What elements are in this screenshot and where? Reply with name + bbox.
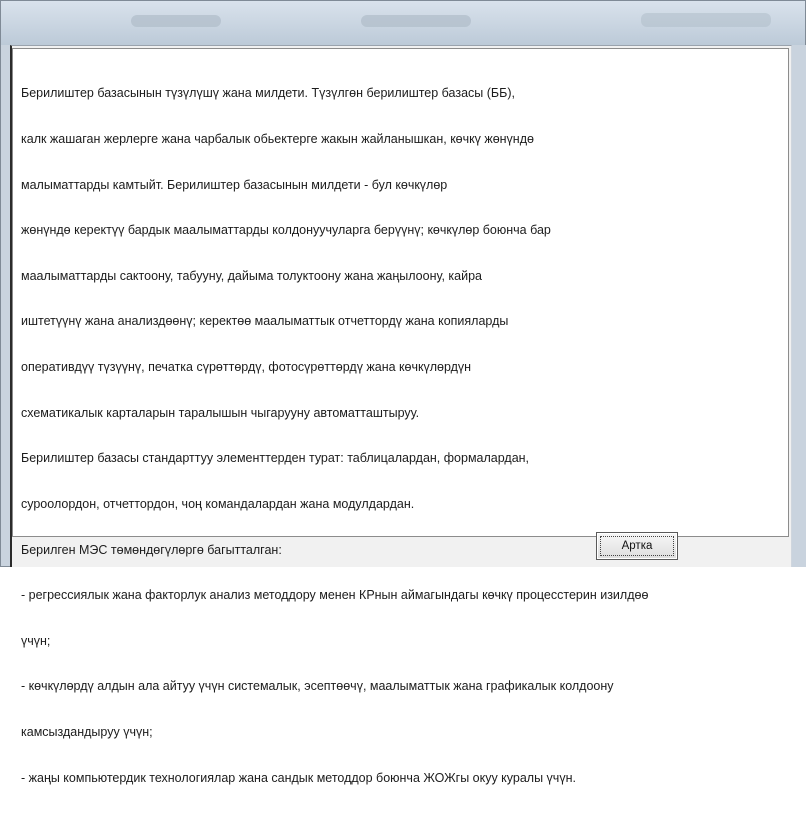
- title-bar: [1, 1, 805, 45]
- text-line: үчүн;: [21, 633, 51, 648]
- focus-rectangle: [600, 536, 674, 556]
- text-line: Берилиштер базасынын түзүлүшү жана милде…: [21, 86, 515, 101]
- text-line: камсыздандыруу үчүн;: [21, 724, 153, 739]
- title-bar-blurred-area: [361, 15, 471, 27]
- text-line: Берилиштер базасы стандарттуу элементтер…: [21, 451, 530, 466]
- text-line: калк жашаган жерлерге жана чарбалык обье…: [21, 132, 534, 147]
- text-line: малыматтарды камтыйт. Берилиштер базасын…: [21, 177, 448, 192]
- text-line: схематикалык карталарын таралышын чыгару…: [21, 405, 420, 420]
- text-line: - регрессиялык жана факторлук анализ мет…: [21, 588, 649, 603]
- text-line: - жаңы компьютердик технологиялар жана с…: [21, 770, 576, 785]
- back-button[interactable]: Артка: [596, 532, 678, 560]
- text-line: суроолордон, отчеттордон, чоң командалар…: [21, 496, 415, 511]
- text-line: оперативдүү түзүүнү, печатка сүрөттөрдү,…: [21, 360, 472, 375]
- window-frame-right: [792, 45, 806, 567]
- description-text: Берилиштер базасынын түзүлүшү жана милде…: [21, 56, 781, 816]
- description-textbox[interactable]: Берилиштер базасынын түзүлүшү жана милде…: [12, 48, 789, 785]
- text-line: жөнүндө керектүү бардык маалыматтарды ко…: [21, 223, 551, 238]
- text-line: маалыматтарды сактоону, табууну, дайыма …: [21, 268, 483, 283]
- text-line: иштетүүнү жана анализдөөнү; керектөө маа…: [21, 314, 509, 329]
- text-line: - көчкүлөрдү алдын ала айтуу үчүн систем…: [21, 679, 614, 694]
- title-bar-blurred-area: [641, 13, 771, 27]
- title-bar-blurred-area: [131, 15, 221, 27]
